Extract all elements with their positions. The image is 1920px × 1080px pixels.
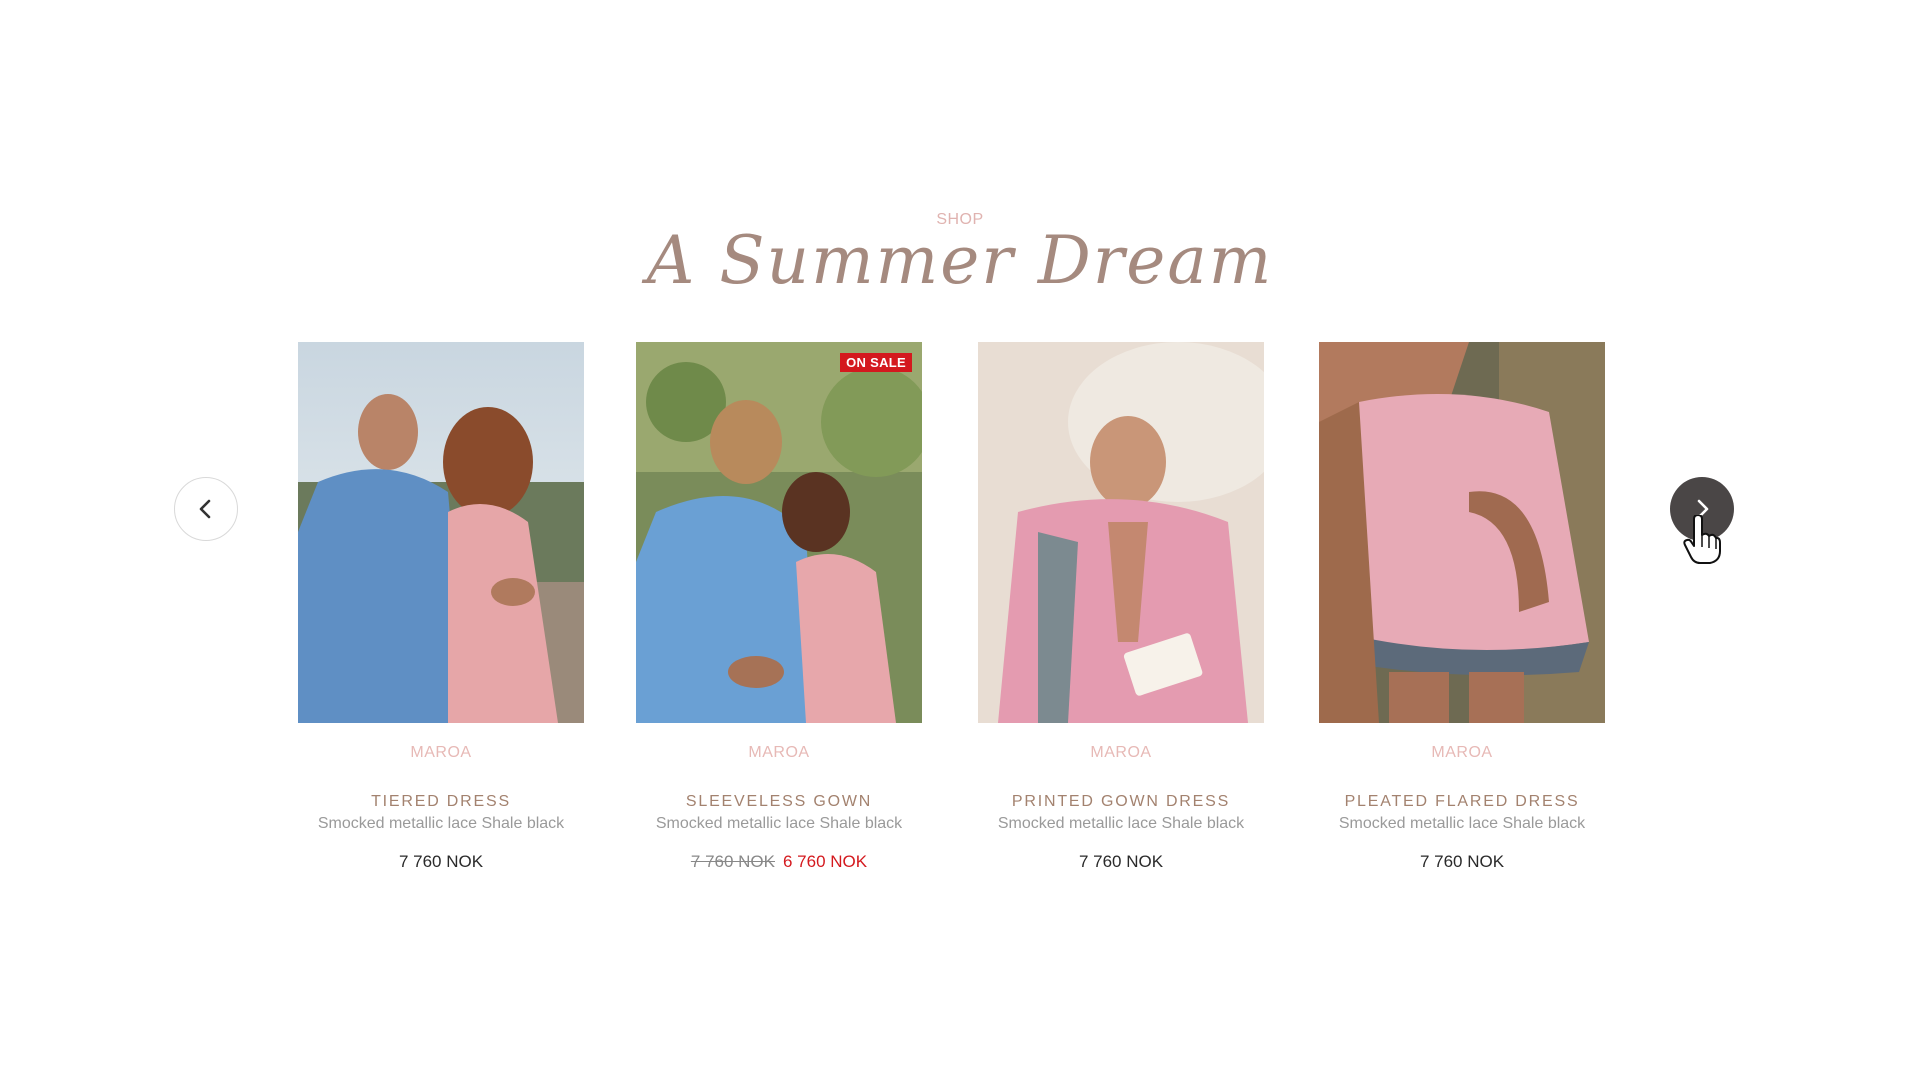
product-brand: MAROA: [1431, 744, 1493, 761]
section-title: A Summer Dream: [646, 222, 1274, 299]
product-price: 7 760 NOK: [1419, 852, 1505, 871]
on-sale-badge: ON SALE: [840, 353, 912, 372]
product-card[interactable]: MAROA TIERED DRESS Smocked metallic lace…: [298, 342, 584, 872]
product-price: 7 760 NOK: [398, 852, 484, 871]
carousel-prev-button[interactable]: [174, 477, 238, 541]
product-card[interactable]: MAROA PLEATED FLARED DRESS Smocked metal…: [1319, 342, 1605, 872]
product-description: Smocked metallic lace Shale black: [997, 815, 1245, 832]
product-name[interactable]: SLEEVELESS GOWN: [636, 793, 922, 811]
chevron-left-icon: [199, 499, 211, 519]
sale-price: 6 760 NOK: [783, 852, 868, 871]
product-price: 7 760 NOK 6 760 NOK: [636, 852, 922, 872]
product-image[interactable]: [1319, 342, 1605, 723]
product-description: Smocked metallic lace Shale black: [317, 815, 565, 832]
product-brand: MAROA: [748, 744, 810, 761]
product-price: 7 760 NOK: [1078, 852, 1164, 871]
product-image[interactable]: [298, 342, 584, 723]
product-card[interactable]: ON SALE MAROA SLEEVELESS GOWN Smocked me…: [636, 342, 922, 872]
hand-cursor-icon: [1683, 515, 1721, 564]
product-description: Smocked metallic lace Shale black: [1338, 815, 1586, 832]
product-brand: MAROA: [410, 744, 472, 761]
product-image[interactable]: ON SALE: [636, 342, 922, 723]
product-brand: MAROA: [1090, 744, 1152, 761]
product-name[interactable]: TIERED DRESS: [298, 793, 584, 811]
product-image[interactable]: [978, 342, 1264, 723]
product-card[interactable]: MAROA PRINTED GOWN DRESS Smocked metalli…: [978, 342, 1264, 872]
product-name[interactable]: PRINTED GOWN DRESS: [978, 793, 1264, 811]
original-price: 7 760 NOK: [690, 852, 775, 871]
product-name[interactable]: PLEATED FLARED DRESS: [1319, 793, 1605, 811]
product-description: Smocked metallic lace Shale black: [655, 815, 903, 832]
